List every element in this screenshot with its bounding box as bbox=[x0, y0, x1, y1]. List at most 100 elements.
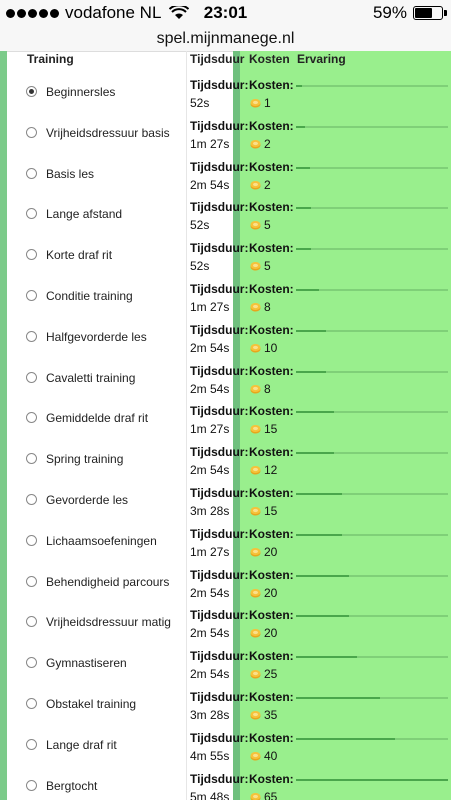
cost-value: 1 bbox=[264, 96, 271, 110]
experience-bar-fill bbox=[296, 615, 350, 618]
training-radio[interactable] bbox=[26, 290, 37, 301]
cost-value: 8 bbox=[264, 381, 271, 396]
training-radio[interactable] bbox=[26, 208, 37, 220]
cost-label: Kosten: bbox=[249, 445, 294, 460]
training-row[interactable]: Korte draf rit Tijdsduur: 52s Kosten: 5 bbox=[0, 239, 451, 279]
experience-bar-fill bbox=[296, 85, 303, 87]
training-page: Training Tijdsduur Kosten Ervaring Begin… bbox=[0, 51, 451, 800]
duration-value: 3m 28s bbox=[190, 504, 230, 518]
training-row[interactable]: Conditie training Tijdsduur: 1m 27s Kosten:… bbox=[0, 280, 451, 320]
header-cost: Kosten bbox=[249, 52, 290, 66]
coin-icon bbox=[250, 670, 261, 679]
cost-value: 40 bbox=[264, 748, 278, 763]
training-row[interactable]: Behendigheid parcours Tijdsduur: 2m 54s Kos… bbox=[0, 566, 451, 606]
training-radio[interactable] bbox=[26, 779, 37, 791]
coin-icon bbox=[250, 547, 261, 557]
duration-label: Tijdsduur: bbox=[190, 363, 249, 378]
duration-label: Tijdsduur: bbox=[190, 567, 249, 582]
training-radio[interactable] bbox=[26, 616, 37, 628]
cost-label: Kosten: bbox=[249, 526, 294, 541]
experience-bar bbox=[296, 533, 448, 536]
cost-label: Kosten: bbox=[249, 363, 294, 378]
training-row[interactable]: Obstakel training Tijdsduur: 3m 28s Kosten:… bbox=[0, 688, 451, 728]
training-row[interactable]: Halfgevorderde les Tijdsduur: 2m 54s Kosten… bbox=[0, 321, 451, 361]
experience-bar-fill bbox=[296, 493, 342, 495]
training-row[interactable]: Lange afstand Tijdsduur: 52s Kosten: 5 bbox=[0, 198, 451, 238]
battery-info: 59% bbox=[373, 3, 447, 23]
coin-icon bbox=[250, 466, 261, 475]
training-row[interactable]: Spring training Tijdsduur: 2m 54s Kosten: 12 bbox=[0, 443, 451, 483]
coin-icon bbox=[250, 711, 261, 720]
training-radio[interactable] bbox=[26, 412, 37, 424]
cost-value: 5 bbox=[264, 259, 271, 274]
experience-bar bbox=[296, 248, 448, 251]
training-row[interactable]: Vrijheidsdressuur basis Tijdsduur: 1m 27s K… bbox=[0, 117, 451, 157]
training-name: Lange afstand bbox=[46, 207, 123, 222]
training-radio[interactable] bbox=[26, 86, 37, 97]
training-row[interactable]: Gymnastiseren Tijdsduur: 2m 54s Kosten: 25 bbox=[0, 647, 451, 687]
duration-value: 52s bbox=[190, 218, 210, 233]
experience-bar bbox=[296, 411, 448, 414]
training-radio[interactable] bbox=[26, 575, 37, 587]
training-row[interactable]: Lichaamsoefeningen Tijdsduur: 1m 27s Kosten… bbox=[0, 525, 451, 565]
duration-label: Tijdsduur: bbox=[190, 486, 249, 500]
duration-value: 1m 27s bbox=[190, 136, 230, 151]
training-radio[interactable] bbox=[26, 534, 37, 546]
training-radio[interactable] bbox=[26, 494, 37, 505]
coin-icon bbox=[250, 507, 261, 516]
duration-value: 1m 27s bbox=[190, 300, 230, 314]
duration-value: 5m 48s bbox=[190, 789, 230, 800]
cost-label: Kosten: bbox=[249, 730, 294, 745]
training-name: Basis les bbox=[46, 166, 95, 181]
training-radio[interactable] bbox=[26, 453, 37, 465]
training-name: Beginnersles bbox=[46, 85, 116, 99]
address-bar[interactable]: spel.mijnmanege.nl bbox=[0, 29, 451, 52]
experience-bar-fill bbox=[296, 370, 327, 373]
training-radio[interactable] bbox=[26, 698, 37, 709]
duration-label: Tijdsduur: bbox=[190, 78, 249, 92]
training-radio[interactable] bbox=[26, 330, 37, 342]
coin-icon bbox=[250, 792, 261, 800]
training-radio[interactable] bbox=[26, 657, 37, 669]
training-radio[interactable] bbox=[26, 167, 37, 179]
duration-value: 52s bbox=[190, 96, 210, 110]
cost-value: 20 bbox=[264, 626, 278, 641]
experience-bar-fill bbox=[296, 533, 342, 536]
duration-label: Tijdsduur: bbox=[190, 771, 249, 786]
duration-value: 2m 54s bbox=[190, 381, 230, 396]
coin-icon bbox=[250, 221, 261, 230]
training-radio[interactable] bbox=[26, 738, 37, 750]
experience-bar bbox=[296, 656, 448, 659]
training-radio[interactable] bbox=[26, 126, 37, 138]
cost-value: 15 bbox=[264, 504, 278, 518]
experience-bar-fill bbox=[296, 289, 319, 291]
coin-icon bbox=[250, 303, 261, 312]
experience-bar bbox=[296, 125, 448, 128]
training-row[interactable]: Lange draf rit Tijdsduur: 4m 55s Kosten: 40 bbox=[0, 729, 451, 769]
duration-value: 2m 54s bbox=[190, 177, 230, 192]
training-radio[interactable] bbox=[26, 249, 37, 261]
experience-bar-fill bbox=[296, 656, 357, 659]
duration-label: Tijdsduur: bbox=[190, 241, 249, 256]
training-row[interactable]: Basis les Tijdsduur: 2m 54s Kosten: 2 bbox=[0, 158, 451, 198]
experience-bar bbox=[296, 493, 448, 495]
cost-label: Kosten: bbox=[249, 159, 294, 174]
cost-value: 20 bbox=[264, 585, 278, 600]
training-row[interactable]: Cavaletti training Tijdsduur: 2m 54s Kosten… bbox=[0, 362, 451, 402]
training-row[interactable]: Gevorderde les Tijdsduur: 3m 28s Kosten: 15 bbox=[0, 484, 451, 524]
training-row[interactable]: Beginnersles Tijdsduur: 52s Kosten: 1 bbox=[0, 76, 451, 116]
experience-bar bbox=[296, 574, 448, 577]
duration-label: Tijdsduur: bbox=[190, 445, 249, 460]
coin-icon bbox=[250, 425, 261, 434]
coin-icon bbox=[250, 99, 261, 108]
experience-bar bbox=[296, 370, 448, 373]
duration-value: 52s bbox=[190, 259, 210, 274]
duration-label: Tijdsduur: bbox=[190, 282, 249, 296]
training-radio[interactable] bbox=[26, 371, 37, 383]
cost-label: Kosten: bbox=[249, 486, 294, 500]
duration-value: 1m 27s bbox=[190, 544, 230, 559]
training-row[interactable]: Vrijheidsdressuur matig Tijdsduur: 2m 54s K… bbox=[0, 606, 451, 646]
training-row[interactable]: Gemiddelde draf rit Tijdsduur: 1m 27s Koste… bbox=[0, 402, 451, 442]
training-name: Lange draf rit bbox=[46, 737, 117, 752]
training-row[interactable]: Bergtocht Tijdsduur: 5m 48s Kosten: 65 bbox=[0, 770, 451, 800]
